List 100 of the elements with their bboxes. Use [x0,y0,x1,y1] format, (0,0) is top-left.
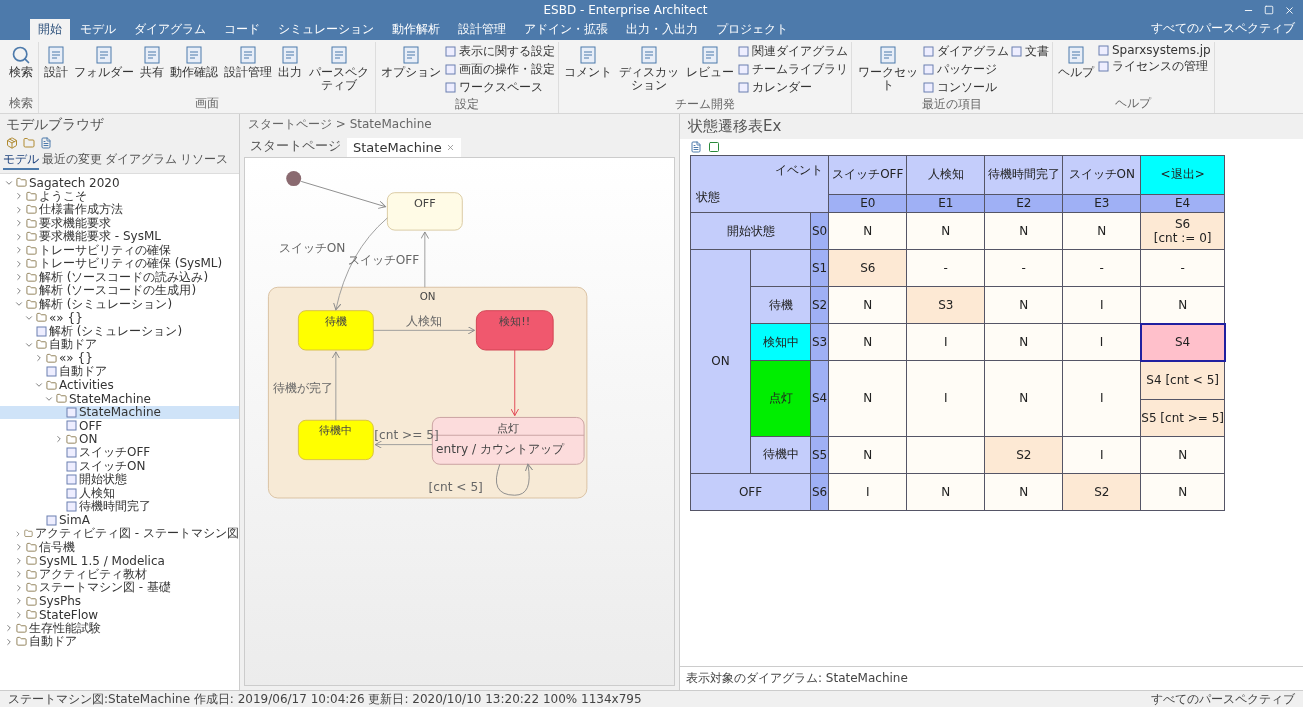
chevron-right-icon[interactable] [14,245,24,256]
table-cell[interactable]: N [984,212,1063,250]
table-cell[interactable]: S4 [1140,323,1225,361]
tree-item[interactable]: «» {} [0,311,239,325]
tree-item[interactable]: Sagatech 2020 [0,176,239,190]
table-cell[interactable]: N [1140,286,1225,324]
ribbon-button[interactable]: オプション [379,42,443,79]
tree-item[interactable]: 要求機能要求 [0,216,239,230]
tree-item[interactable]: 自動ドア [0,635,239,649]
table-cell[interactable]: S4 [cnt < 5] S5 [cnt >= 5] [1140,360,1225,436]
tree-item[interactable]: 自動ドア [0,338,239,352]
chevron-right-icon[interactable] [4,623,14,634]
ribbon-button[interactable]: 設計 [42,42,70,79]
ribbon-button[interactable]: 表示に関する設定 [445,43,555,60]
ribbon-button[interactable]: パースペクティブ [306,42,372,92]
ribbon-tab[interactable]: 設計管理 [450,19,514,40]
table-cell[interactable]: S2 [984,436,1063,473]
tree-item[interactable]: 人検知 [0,486,239,500]
ribbon-tab[interactable]: 開始 [30,19,70,40]
chevron-right-icon[interactable] [14,272,24,283]
tree-item[interactable]: «» {} [0,351,239,365]
tree-item[interactable]: OFF [0,419,239,433]
tree-item[interactable]: トレーサビリティの確保 (SysML) [0,257,239,271]
ribbon-button[interactable]: 出力 [276,42,304,79]
table-cell[interactable]: I [906,360,985,436]
ribbon-button[interactable]: 動作確認 [168,42,220,79]
tree-item[interactable]: SysML 1.5 / Modelica [0,554,239,568]
tree-item[interactable]: 自動ドア [0,365,239,379]
tree-item[interactable]: 解析 (シミュレーション) [0,297,239,311]
ribbon-button[interactable]: 設計管理 [222,42,274,79]
ribbon-tab[interactable]: プロジェクト [708,19,796,40]
chevron-right-icon[interactable] [14,609,24,620]
ribbon-button[interactable]: ワークセット [855,42,921,92]
tree-item[interactable]: ステートマシン図 - 基礎 [0,581,239,595]
ribbon-button[interactable]: 関連ダイアグラム [738,43,848,60]
ribbon-button[interactable]: 文書 [1011,43,1049,60]
table-cell[interactable]: N [984,286,1063,324]
close-icon[interactable] [1284,4,1295,16]
close-icon[interactable] [445,143,455,152]
ribbon-button[interactable]: チームライブラリ [738,61,848,78]
tree-item[interactable]: アクティビティ図 - ステートマシン図 [0,527,239,541]
tree-item[interactable]: 解析 (シミュレーション) [0,324,239,338]
ribbon-tab[interactable]: モデル [72,19,124,40]
browser-tab[interactable]: リソース [180,151,228,170]
table-cell[interactable]: N [984,473,1063,510]
ribbon-button[interactable]: コメント [562,42,614,79]
tree-item[interactable]: 要求機能要求 - SysML [0,230,239,244]
ribbon-tab[interactable]: 出力・入出力 [618,19,706,40]
tree-item[interactable]: トレーサビリティの確保 [0,243,239,257]
tree-item[interactable]: スイッチOFF [0,446,239,460]
tree-item[interactable]: 開始状態 [0,473,239,487]
perspective-menu[interactable]: すべてのパースペクティブ [1143,20,1303,40]
chevron-right-icon[interactable] [14,555,24,566]
browser-tab[interactable]: ダイアグラム [105,151,177,170]
browser-tab[interactable]: 最近の変更 [42,151,102,170]
tree-item[interactable]: 信号機 [0,540,239,554]
table-cell[interactable]: S6 [cnt := 0] [1140,212,1225,250]
tree-item[interactable]: StateFlow [0,608,239,622]
table-cell[interactable]: I [906,323,985,361]
chevron-right-icon[interactable] [14,569,24,580]
tree-item[interactable]: StateMachine [0,405,239,419]
ribbon-button[interactable]: レビュー [684,42,736,79]
table-cell[interactable]: N [984,360,1063,436]
chevron-right-icon[interactable] [14,231,24,242]
chevron-right-icon[interactable] [34,353,44,364]
ribbon-button[interactable]: Sparxsystems.jp [1098,43,1211,57]
table-cell[interactable]: - [1140,249,1225,287]
ribbon-tab[interactable]: コード [216,19,268,40]
ribbon-button[interactable]: 検索 [7,42,35,79]
table-cell[interactable]: I [1062,436,1141,473]
ribbon-tab[interactable]: 動作解析 [384,19,448,40]
ribbon-button[interactable]: 画面の操作・設定 [445,61,555,78]
tree-item[interactable]: 生存性能試験 [0,621,239,635]
table-cell[interactable]: N [984,323,1063,361]
ribbon-tab[interactable]: ダイアグラム [126,19,214,40]
tree-item[interactable]: 解析 (ソースコードの生成用) [0,284,239,298]
tree-item[interactable]: ON [0,432,239,446]
table-cell[interactable]: S2 [1062,473,1141,510]
folder-icon[interactable] [23,137,35,149]
table-cell[interactable]: N [828,436,907,473]
ribbon-button[interactable]: ワークスペース [445,79,555,96]
browser-tab[interactable]: モデル [3,151,39,170]
table-cell[interactable]: N [906,473,985,510]
table-cell[interactable]: N [828,212,907,250]
package-icon[interactable] [6,137,18,149]
document-tab[interactable]: StateMachine [347,138,461,157]
table-cell[interactable]: N [828,323,907,361]
ribbon-tab[interactable]: シミュレーション [270,19,382,40]
table-cell[interactable]: - [984,249,1063,287]
tree-item[interactable]: 仕様書作成方法 [0,203,239,217]
ribbon-button[interactable]: ライセンスの管理 [1098,58,1211,75]
chevron-right-icon[interactable] [14,285,24,296]
ribbon-button[interactable]: コンソール [923,79,1009,96]
table-cell[interactable]: I [1062,286,1141,324]
chevron-right-icon[interactable] [14,596,24,607]
ribbon-button[interactable]: フォルダー [72,42,136,79]
table-cell[interactable]: I [1062,323,1141,361]
tree-item[interactable]: Activities [0,378,239,392]
tree-item[interactable]: アクティビティ教材 [0,567,239,581]
document-icon[interactable] [40,137,52,149]
